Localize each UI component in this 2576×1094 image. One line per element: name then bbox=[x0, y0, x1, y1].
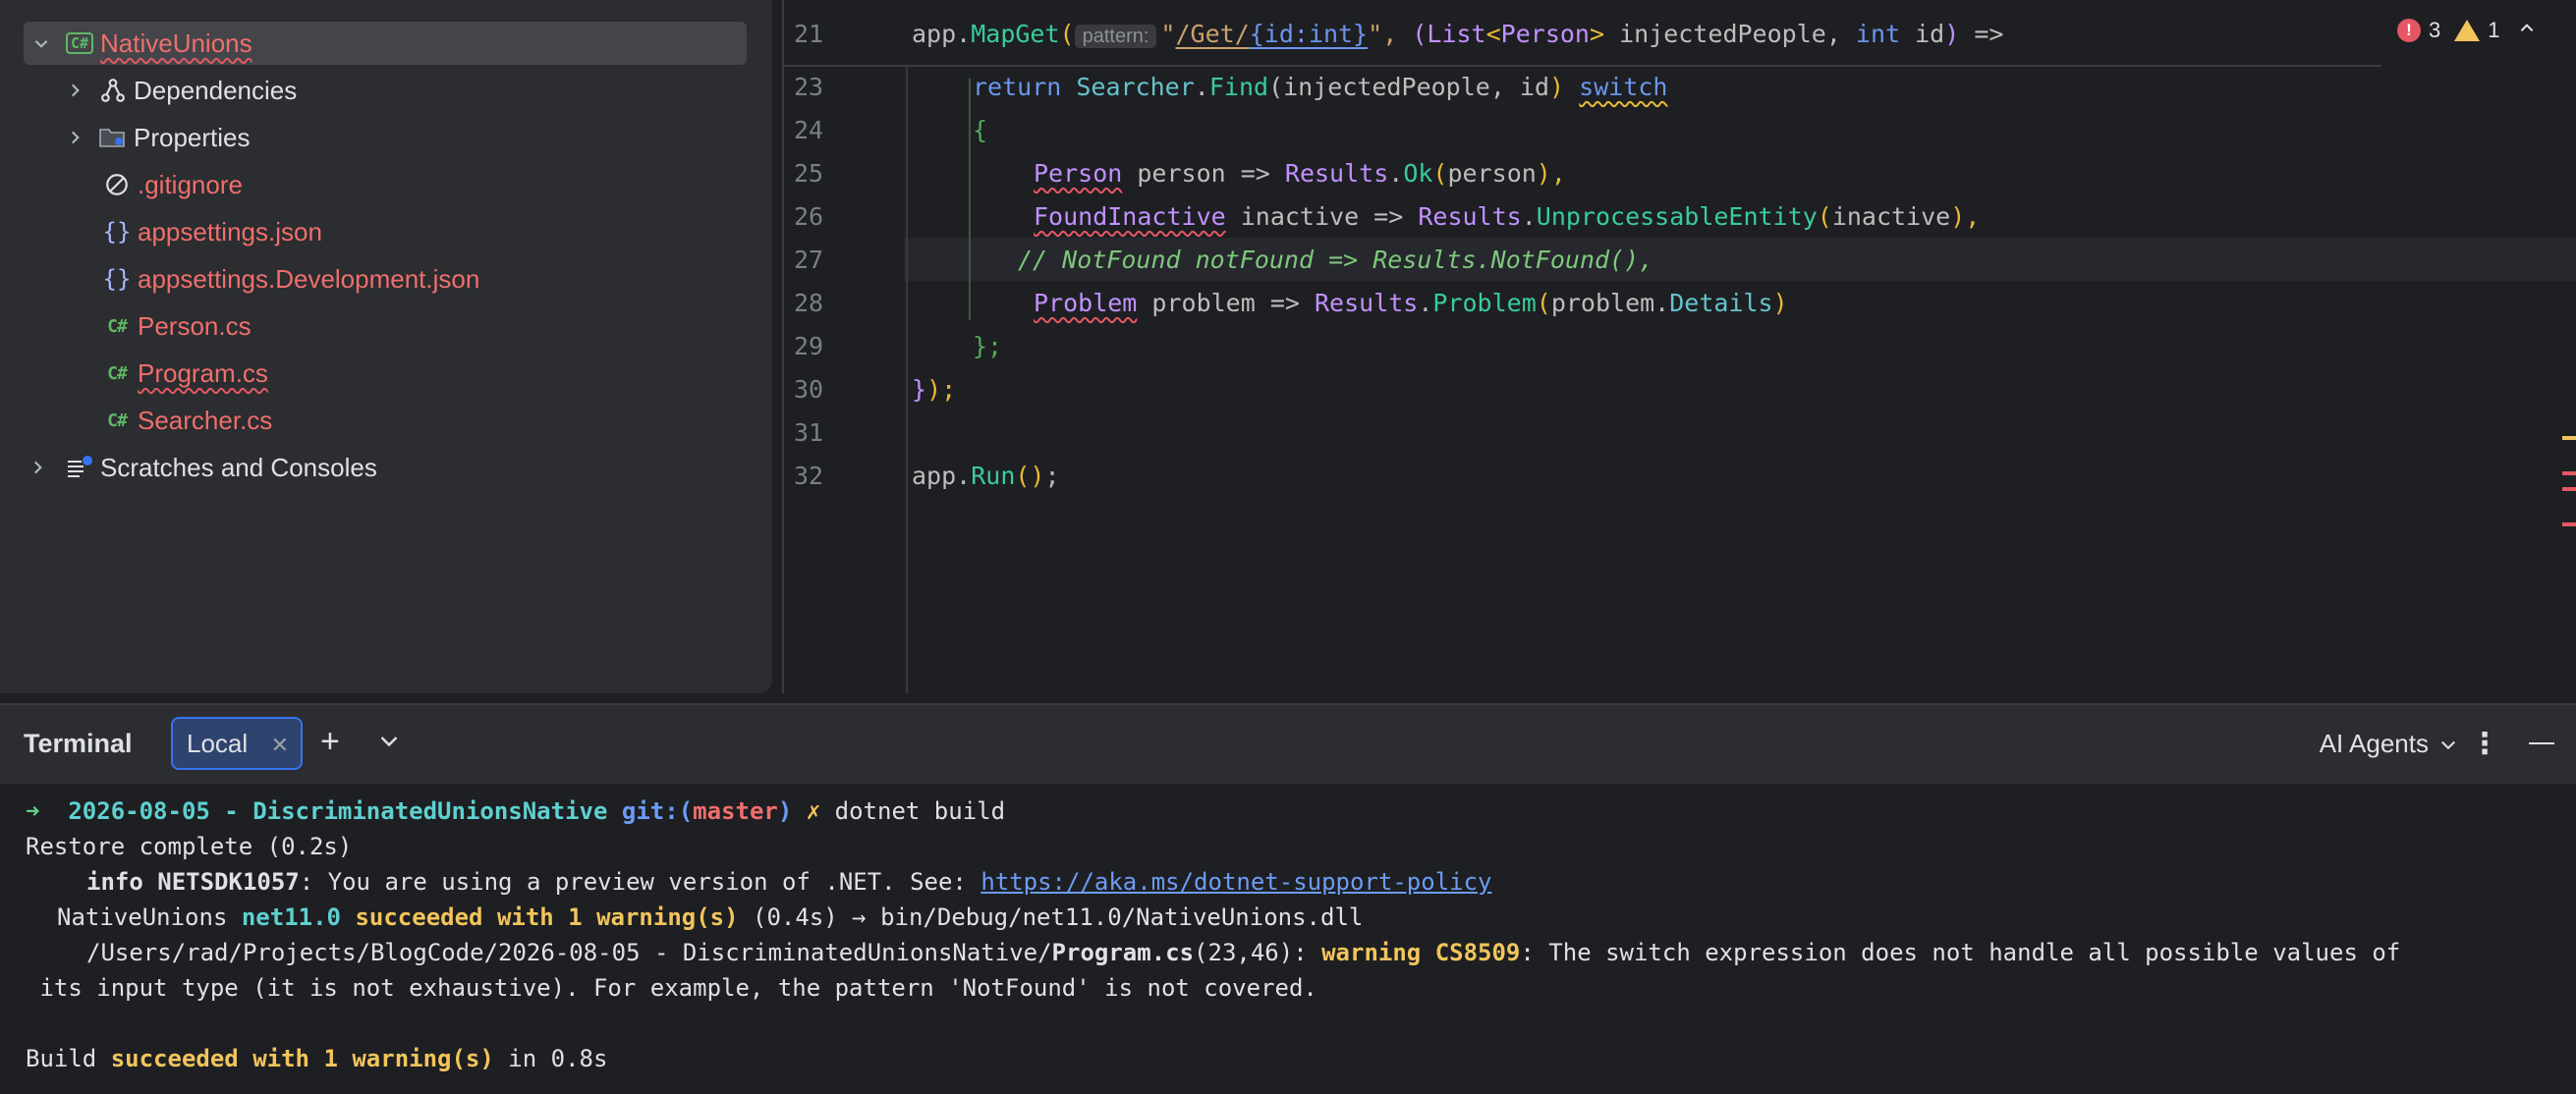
line-number: 27 bbox=[794, 245, 824, 274]
terminal-line-build-summary: Build succeeded with 1 warning(s) in 0.8… bbox=[26, 1045, 608, 1072]
line-number: 25 bbox=[794, 158, 824, 188]
csharp-file-icon: C# bbox=[107, 410, 128, 431]
line-number: 26 bbox=[794, 201, 824, 231]
terminal-header: Terminal Local ✕ + AI Agents ⋮ bbox=[0, 705, 2576, 784]
tree-item-program-cs[interactable]: C# Program.cs bbox=[100, 352, 268, 395]
csharp-file-icon: C# bbox=[107, 362, 128, 384]
terminal-tool-window: Terminal Local ✕ + AI Agents ⋮ ➜ 2026-08… bbox=[0, 703, 2576, 1094]
tree-item-scratches[interactable]: Scratches and Consoles bbox=[24, 446, 377, 489]
gutter-separator bbox=[906, 33, 908, 693]
line-number: 28 bbox=[794, 288, 824, 317]
chevron-down-icon[interactable] bbox=[377, 729, 401, 752]
line-number: 21 bbox=[794, 19, 824, 48]
line-number: 31 bbox=[794, 417, 824, 447]
parameter-hint: pattern: bbox=[1074, 24, 1157, 48]
terminal-title: Terminal bbox=[24, 729, 133, 758]
code-text: Problem problem => Results.Problem(probl… bbox=[1034, 288, 1788, 317]
tree-item-appsettings-development[interactable]: {} appsettings.Development.json bbox=[100, 257, 480, 301]
code-text: { bbox=[973, 115, 988, 144]
terminal-line-warning: /Users/rad/Projects/BlogCode/2026-08-05 … bbox=[86, 939, 2401, 966]
error-stripe-mark[interactable] bbox=[2562, 471, 2576, 475]
tree-item-label: Properties bbox=[134, 122, 251, 152]
code-editor[interactable] bbox=[782, 0, 2576, 693]
tree-item-label: Program.cs bbox=[138, 357, 268, 388]
code-text: }); bbox=[912, 374, 957, 404]
tree-item-label: appsettings.Development.json bbox=[138, 263, 480, 294]
tree-item-label: appsettings.json bbox=[138, 216, 322, 246]
tree-item-dependencies[interactable]: Dependencies bbox=[61, 69, 297, 112]
warning-count: 1 bbox=[2488, 18, 2500, 42]
error-stripe-mark[interactable] bbox=[2562, 522, 2576, 526]
chevron-right-icon[interactable] bbox=[24, 454, 51, 481]
warning-file-link[interactable]: Program.cs bbox=[1052, 939, 1195, 966]
tree-item-label: Searcher.cs bbox=[138, 405, 273, 435]
chevron-down-icon bbox=[2441, 740, 2455, 749]
tree-item-label: Person.cs bbox=[138, 310, 252, 341]
tree-item-properties[interactable]: Properties bbox=[61, 116, 251, 159]
tree-item-person-cs[interactable]: C# Person.cs bbox=[100, 304, 252, 348]
folder-settings-icon bbox=[96, 123, 130, 152]
tree-item-searcher-cs[interactable]: C# Searcher.cs bbox=[100, 399, 272, 442]
terminal-tab-local[interactable]: Local ✕ bbox=[171, 717, 303, 770]
inspection-widget[interactable]: ! 3 1 bbox=[2397, 18, 2536, 43]
error-count: 3 bbox=[2429, 18, 2441, 42]
line-number: 23 bbox=[794, 72, 824, 101]
code-text: Person person => Results.Ok(person), bbox=[1034, 158, 1566, 188]
line-number: 29 bbox=[794, 331, 824, 360]
line-number: 24 bbox=[794, 115, 824, 144]
code-text: FoundInactive inactive => Results.Unproc… bbox=[1034, 201, 1981, 231]
terminal-line-restore: Restore complete (0.2s) bbox=[26, 833, 353, 860]
tree-item-label: Scratches and Consoles bbox=[100, 452, 377, 482]
warning-stripe-mark[interactable] bbox=[2562, 436, 2576, 440]
tree-item-project-root[interactable]: C# NativeUnions bbox=[24, 22, 747, 65]
chevron-right-icon[interactable] bbox=[61, 77, 88, 104]
code-text: return Searcher.Find(injectedPeople, id)… bbox=[973, 72, 1668, 101]
support-policy-link[interactable]: https://aka.ms/dotnet-support-policy bbox=[980, 868, 1491, 896]
tree-item-appsettings[interactable]: {} appsettings.json bbox=[100, 210, 322, 253]
warning-icon bbox=[2454, 20, 2481, 41]
chevron-down-icon[interactable] bbox=[28, 29, 55, 57]
indent-guide bbox=[969, 79, 971, 320]
code-text: app.MapGet(pattern: "/Get/{id:int}", (Lis… bbox=[912, 19, 2004, 48]
tree-item-gitignore[interactable]: .gitignore bbox=[100, 163, 243, 206]
tab-label: Local bbox=[187, 728, 249, 758]
ignore-file-icon bbox=[100, 170, 134, 199]
line-number: 32 bbox=[794, 461, 824, 490]
csharp-file-icon: C# bbox=[107, 315, 128, 337]
close-icon[interactable]: ✕ bbox=[271, 733, 289, 758]
csharp-project-icon: C# bbox=[63, 28, 96, 58]
terminal-output[interactable]: ➜ 2026-08-05 - DiscriminatedUnionsNative… bbox=[0, 784, 2576, 1094]
terminal-line-info: info NETSDK1057: You are using a preview… bbox=[86, 868, 1492, 896]
error-icon: ! bbox=[2397, 19, 2421, 42]
error-stripe-mark[interactable] bbox=[2562, 487, 2576, 491]
code-text: app.Run(); bbox=[912, 461, 1060, 490]
tree-item-label: Dependencies bbox=[134, 75, 298, 105]
json-braces-icon: {} bbox=[102, 265, 132, 293]
terminal-line-prompt: ➜ 2026-08-05 - DiscriminatedUnionsNative… bbox=[26, 797, 1006, 825]
code-text: }; bbox=[973, 331, 1003, 360]
minimize-icon[interactable] bbox=[2529, 742, 2554, 744]
tree-item-label: .gitignore bbox=[138, 169, 243, 199]
new-tab-button[interactable]: + bbox=[320, 725, 340, 758]
scratches-icon bbox=[63, 453, 96, 482]
chevron-right-icon[interactable] bbox=[61, 124, 88, 151]
code-comment: // NotFound notFound => Results.NotFound… bbox=[1018, 245, 1654, 274]
json-braces-icon: {} bbox=[102, 218, 132, 246]
project-tool-window: C# NativeUnions Dependencies Properties … bbox=[0, 0, 772, 693]
more-options-icon[interactable]: ⋮ bbox=[2470, 727, 2499, 761]
line-number: 30 bbox=[794, 374, 824, 404]
ai-agents-label: AI Agents bbox=[2319, 729, 2429, 758]
terminal-line-warning-cont: its input type (it is not exhaustive). F… bbox=[26, 974, 1317, 1002]
project-root-label: NativeUnions bbox=[100, 27, 252, 58]
terminal-line-project-result: NativeUnions net11.0 succeeded with 1 wa… bbox=[57, 903, 1364, 931]
chevron-up-icon[interactable] bbox=[2518, 18, 2536, 43]
dependencies-icon bbox=[96, 76, 130, 105]
ai-agents-dropdown[interactable]: AI Agents bbox=[2320, 729, 2458, 759]
